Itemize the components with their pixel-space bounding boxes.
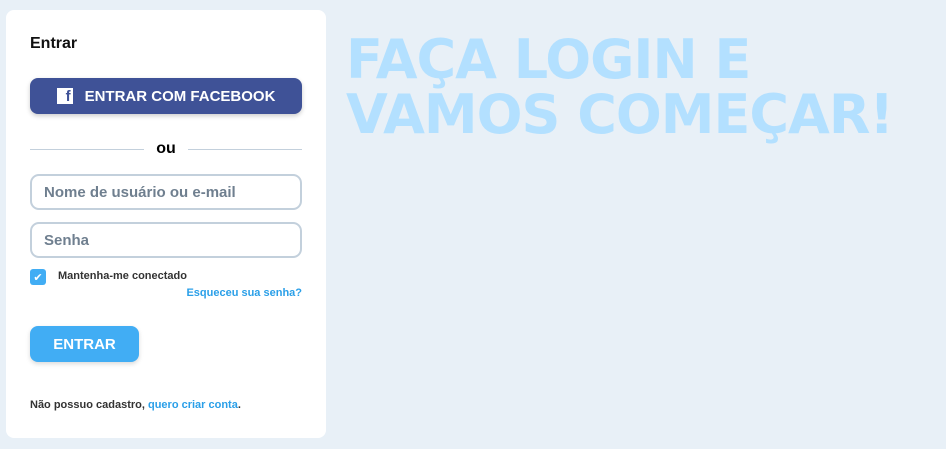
login-title: Entrar xyxy=(30,35,78,52)
facebook-icon: f xyxy=(56,88,73,104)
facebook-login-button[interactable]: f ENTRAR COM FACEBOOK xyxy=(30,78,302,114)
username-input[interactable]: Nome de usuário ou e-mail xyxy=(30,174,302,210)
login-card: Entrar f ENTRAR COM FACEBOOK ou Nome de … xyxy=(6,10,326,438)
separator-text: ou xyxy=(156,140,176,157)
forgot-password-link[interactable]: Esqueceu sua senha? xyxy=(186,287,302,299)
check-icon: ✔ xyxy=(33,271,43,284)
password-placeholder: Senha xyxy=(44,231,90,249)
signup-end: . xyxy=(237,399,241,411)
password-input[interactable]: Senha xyxy=(30,222,302,258)
signup-link[interactable]: quero criar conta xyxy=(148,399,238,411)
submit-button[interactable]: ENTRAR xyxy=(30,326,139,362)
headline: FAÇA LOGIN E VAMOS COMEÇAR! xyxy=(346,28,894,146)
username-placeholder: Nome de usuário ou e-mail xyxy=(44,183,236,201)
divider xyxy=(30,148,145,150)
facebook-login-label: ENTRAR COM FACEBOOK xyxy=(84,87,276,105)
remember-label[interactable]: Mantenha-me conectado xyxy=(58,270,187,282)
divider xyxy=(187,148,303,150)
separator: ou xyxy=(30,140,303,158)
signup-prefix: Não possuo cadastro, xyxy=(30,399,148,411)
remember-checkbox[interactable]: ✔ xyxy=(30,269,46,285)
signup-text: Não possuo cadastro, quero criar conta. xyxy=(30,399,241,411)
